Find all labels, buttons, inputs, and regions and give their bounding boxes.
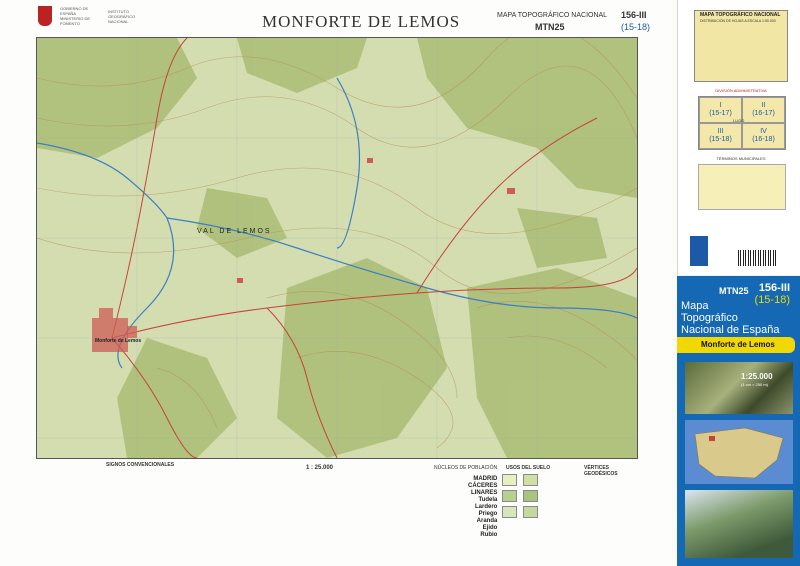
division-title: DIVISIÓN ADMINISTRATIVA [715, 88, 767, 93]
land-use-swatch [523, 474, 538, 486]
ign-logo-text: INSTITUTO GEOGRÁFICO NACIONAL [108, 8, 136, 24]
map-legend: SIGNOS CONVENCIONALES 1 : 25.000 NÚCLEOS… [36, 462, 636, 558]
map-canvas [37, 38, 637, 458]
mini-map-subtitle: DISTRIBUCIÓN DE HOJAS A ESCALA 1:50.000 [700, 19, 776, 23]
cover-series-line: Topográfico [681, 312, 738, 324]
cover-sheet-name: Monforte de Lemos [701, 340, 775, 349]
town-label-monforte: Monforte de Lemos [95, 338, 142, 344]
pop-example: LINARES [471, 490, 498, 496]
land-use-swatch [523, 490, 538, 502]
terms-box [698, 164, 786, 210]
valley-label: VAL DE LEMOS [197, 228, 272, 235]
cover-scale-sub: (1 cm = 250 m) [741, 382, 769, 387]
map-cover: MAPA TOPOGRÁFICO NACIONAL DISTRIBUCIÓN D… [677, 0, 800, 566]
sheet-title: MONFORTE DE LEMOS [262, 12, 461, 31]
pop-example: Ejido [482, 525, 498, 531]
quadrant-code: (16-17) [752, 110, 775, 117]
cover-series-title: Mapa Topográfico Nacional de España [681, 300, 796, 336]
quadrant-grid: I (15-17) II (16-17) III (15-18) IV (16-18) [698, 96, 786, 150]
logo-text: GOBIERNO DE ESPAÑA MINISTERIO DE FOMENTO [60, 6, 100, 26]
signs-legend-title: SIGNOS CONVENCIONALES [106, 462, 175, 468]
land-use-swatches [502, 474, 538, 518]
geodesic-title: VÉRTICES GEODÉSICOS [584, 465, 618, 477]
quadrant-4[interactable]: IV (16-18) [742, 123, 785, 149]
pop-example: Priego [478, 511, 498, 517]
logo-line: GOBIERNO DE ESPAÑA [60, 6, 89, 16]
land-use-swatch [502, 506, 517, 518]
series-code: MTN25 [535, 22, 565, 32]
spain-shield-icon [38, 6, 52, 26]
pop-example: Rubio [480, 532, 498, 538]
land-use-title: USOS DEL SUELO [506, 465, 551, 471]
cover-location-map [685, 420, 793, 484]
cover-photo-mountains [685, 490, 793, 558]
logo-line: MINISTERIO DE FOMENTO [60, 16, 91, 26]
cover-index-panel: MAPA TOPOGRÁFICO NACIONAL DISTRIBUCIÓN D… [677, 0, 800, 275]
sheet-grid-code: (15-18) [621, 22, 651, 32]
header-logos: GOBIERNO DE ESPAÑA MINISTERIO DE FOMENTO… [38, 6, 148, 26]
land-use-swatch [502, 490, 517, 502]
topographic-map[interactable]: VAL DE LEMOS Monforte de Lemos [36, 37, 638, 459]
terms-title: TÉRMINOS MUNICIPALES [716, 156, 766, 161]
sheet-number: 156-III [621, 10, 647, 20]
cover-series-line: Mapa [681, 300, 709, 312]
quadrant-code: (15-17) [709, 110, 732, 117]
pop-example: Lardero [475, 504, 498, 510]
province-label: LUGO [733, 118, 745, 123]
quadrant-2[interactable]: II (16-17) [742, 97, 785, 123]
quadrant-roman: I [719, 102, 722, 109]
map-sheet: GOBIERNO DE ESPAÑA MINISTERIO DE FOMENTO… [0, 0, 672, 566]
cover-mtn: MTN25 [719, 286, 749, 296]
population-examples: MADRID CÁCERES LINARES Tudela Lardero Pr… [468, 476, 497, 539]
signs-legend: SIGNOS CONVENCIONALES [106, 462, 174, 468]
pop-example: Tudela [478, 497, 498, 503]
series-title: MAPA TOPOGRÁFICO NACIONAL [497, 12, 608, 19]
quadrant-roman: II [761, 102, 766, 109]
quadrant-roman: III [717, 128, 724, 135]
cover-series-line: Nacional de España [681, 324, 780, 336]
iberia-map-icon [694, 427, 784, 479]
cover-photo-landscape [685, 362, 793, 414]
pop-example: Aranda [476, 518, 498, 524]
ign-logo-icon [690, 236, 708, 266]
pop-example: MADRID [473, 476, 498, 482]
quadrant-roman: IV [760, 128, 767, 135]
scale-label: 1 : 25.000 [306, 465, 334, 471]
cover-sheet-number: 156-III [758, 282, 790, 294]
cover-scale: 1:25.000 [741, 372, 773, 381]
land-use-swatch [523, 506, 538, 518]
mini-map-title: MAPA TOPOGRÁFICO NACIONAL [700, 12, 781, 18]
quadrant-code: (15-18) [709, 136, 732, 143]
barcode-icon [738, 250, 778, 266]
land-use-swatch [502, 474, 517, 486]
quadrant-3[interactable]: III (15-18) [699, 123, 742, 149]
pop-example: CÁCERES [468, 483, 498, 489]
population-title: NÚCLEOS DE POBLACIÓN [434, 465, 498, 471]
quadrant-code: (16-18) [752, 136, 775, 143]
